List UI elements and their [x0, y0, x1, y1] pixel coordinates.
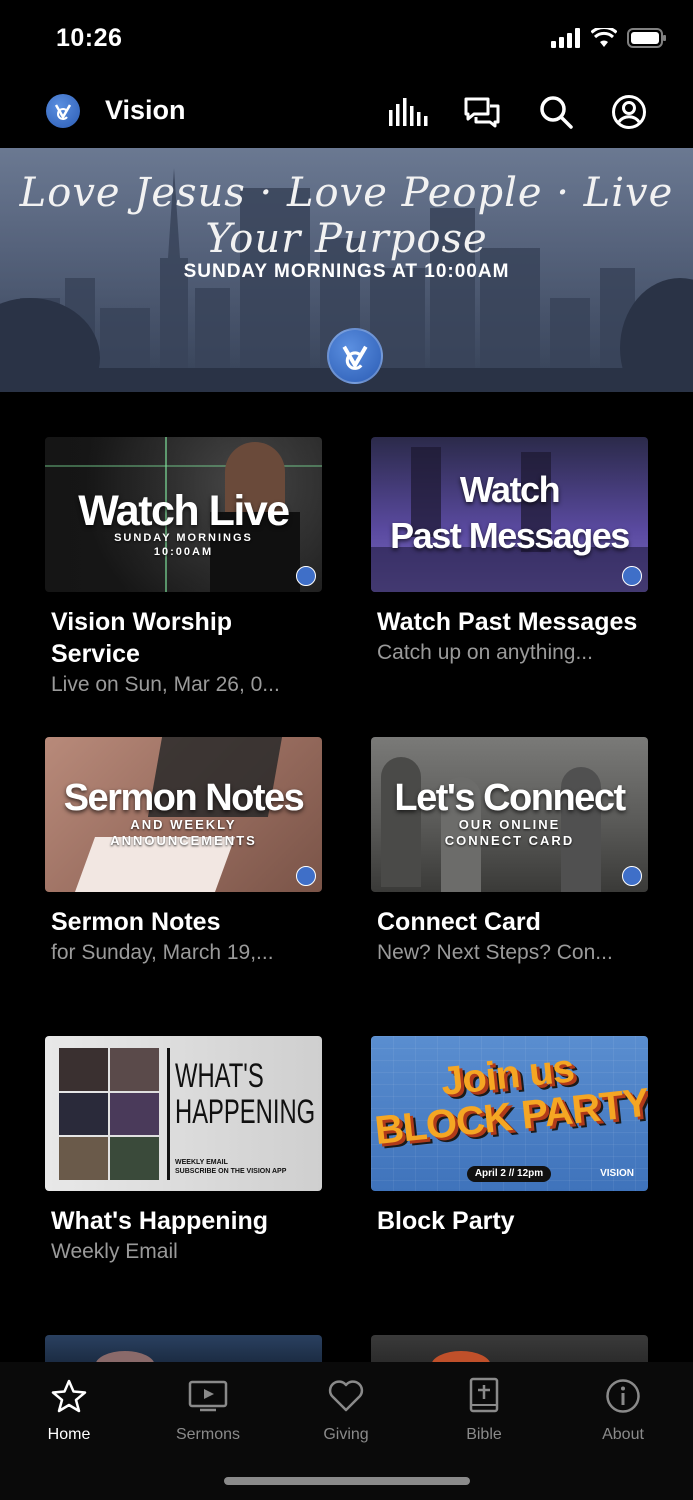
card-thumbnail[interactable]: WHAT'S HAPPENING WEEKLY EMAIL SUBSCRIBE … — [45, 1036, 322, 1191]
card-whats-happening[interactable]: WHAT'S HAPPENING WEEKLY EMAIL SUBSCRIBE … — [45, 1036, 322, 1267]
app-title: Vision — [105, 95, 186, 125]
thumb-subtitle: WEEKLY EMAIL SUBSCRIBE ON THE VISION APP — [175, 1159, 287, 1175]
tab-label: Giving — [323, 1426, 369, 1443]
search-icon[interactable] — [536, 92, 576, 132]
card-vision-worship-service[interactable]: Watch Live SUNDAY MORNINGS 10:00AM Visio… — [45, 437, 322, 700]
thumb-title: WHAT'S HAPPENING — [175, 1057, 316, 1131]
card-partial[interactable] — [371, 1335, 648, 1365]
chat-icon[interactable] — [462, 92, 502, 132]
card-thumbnail[interactable]: Watch Past Messages — [371, 437, 648, 592]
status-time: 10:26 — [56, 24, 123, 52]
thumb-subtitle: OUR ONLINE CONNECT CARD — [444, 817, 575, 848]
card-thumbnail[interactable]: Watch Live SUNDAY MORNINGS 10:00AM — [45, 437, 322, 592]
vision-brand-text: VISION — [600, 1168, 634, 1179]
hero-script-text: Love Jesus · Love People · Live Your Pur… — [19, 170, 674, 262]
signal-icon — [551, 28, 580, 48]
info-icon — [603, 1376, 643, 1416]
vision-badge-icon — [622, 866, 642, 886]
hero-subtitle: SUNDAY MORNINGS AT 10:00AM — [183, 261, 510, 282]
wifi-icon — [591, 28, 617, 47]
vision-badge-icon — [296, 566, 316, 586]
vision-badge-icon — [296, 866, 316, 886]
card-subtitle: New? Next Steps? Con... — [377, 941, 613, 964]
tab-label: Sermons — [175, 1426, 241, 1443]
hero-banner[interactable]: Love Jesus · Love People · Live Your Pur… — [0, 148, 693, 392]
star-icon — [49, 1376, 89, 1416]
tab-sermons[interactable]: Sermons — [153, 1376, 263, 1444]
tab-label: Home — [47, 1426, 91, 1443]
thumb-title: Watch Live — [78, 487, 290, 535]
status-bar: 10:26 — [0, 0, 693, 78]
card-subtitle: Catch up on anything... — [377, 641, 593, 664]
tab-bible[interactable]: Bible — [429, 1376, 539, 1444]
tab-giving[interactable]: Giving — [291, 1376, 401, 1444]
nav-bar: Vision — [0, 78, 693, 148]
tab-label: Bible — [466, 1426, 502, 1443]
card-block-party[interactable]: Join us BLOCK PARTY April 2 // 12pm VISI… — [371, 1036, 648, 1237]
card-title: Sermon Notes — [51, 908, 221, 936]
audio-icon[interactable] — [388, 92, 428, 132]
card-title: Connect Card — [377, 908, 541, 936]
vision-badge-icon — [622, 566, 642, 586]
card-subtitle: for Sunday, March 19,... — [51, 941, 274, 964]
card-thumbnail[interactable]: Let's Connect OUR ONLINE CONNECT CARD — [371, 737, 648, 892]
card-thumbnail[interactable] — [371, 1335, 648, 1365]
card-sermon-notes[interactable]: Sermon Notes AND WEEKLY ANNOUNCEMENTS Se… — [45, 737, 322, 968]
card-subtitle: Weekly Email — [51, 1240, 178, 1263]
vision-logo-icon[interactable] — [46, 94, 80, 128]
thumb-subtitle: AND WEEKLY ANNOUNCEMENTS — [110, 817, 257, 848]
card-subtitle: Live on Sun, Mar 26, 0... — [51, 673, 280, 696]
card-title: Watch Past Messages — [377, 608, 638, 636]
tab-about[interactable]: About — [568, 1376, 678, 1444]
tab-home[interactable]: Home — [14, 1376, 124, 1444]
card-watch-past-messages[interactable]: Watch Past Messages Watch Past Messages … — [371, 437, 648, 668]
event-date-badge: April 2 // 12pm — [467, 1166, 551, 1182]
card-title: What's Happening — [51, 1207, 269, 1235]
card-title: Vision Worship Service — [51, 608, 233, 668]
card-partial[interactable] — [45, 1335, 322, 1365]
bible-icon — [464, 1376, 504, 1416]
thumb-title: Sermon Notes — [63, 777, 305, 819]
card-title: Block Party — [377, 1207, 515, 1235]
card-thumbnail[interactable]: Join us BLOCK PARTY April 2 // 12pm VISI… — [371, 1036, 648, 1191]
card-thumbnail[interactable]: Sermon Notes AND WEEKLY ANNOUNCEMENTS — [45, 737, 322, 892]
photo-collage-image — [59, 1048, 159, 1180]
battery-icon — [627, 28, 666, 48]
thumb-title: Let's Connect — [394, 777, 626, 819]
heart-icon — [326, 1376, 366, 1416]
tab-label: About — [602, 1426, 644, 1443]
thumb-subtitle: SUNDAY MORNINGS 10:00AM — [114, 532, 253, 558]
vision-logo-icon — [327, 328, 383, 384]
thumb-title: Watch Past Messages — [390, 469, 630, 556]
status-icons — [551, 28, 667, 48]
card-thumbnail[interactable] — [45, 1335, 322, 1365]
tv-icon — [188, 1376, 228, 1416]
profile-icon[interactable] — [609, 92, 649, 132]
card-connect-card[interactable]: Let's Connect OUR ONLINE CONNECT CARD Co… — [371, 737, 648, 968]
home-indicator — [224, 1477, 470, 1485]
